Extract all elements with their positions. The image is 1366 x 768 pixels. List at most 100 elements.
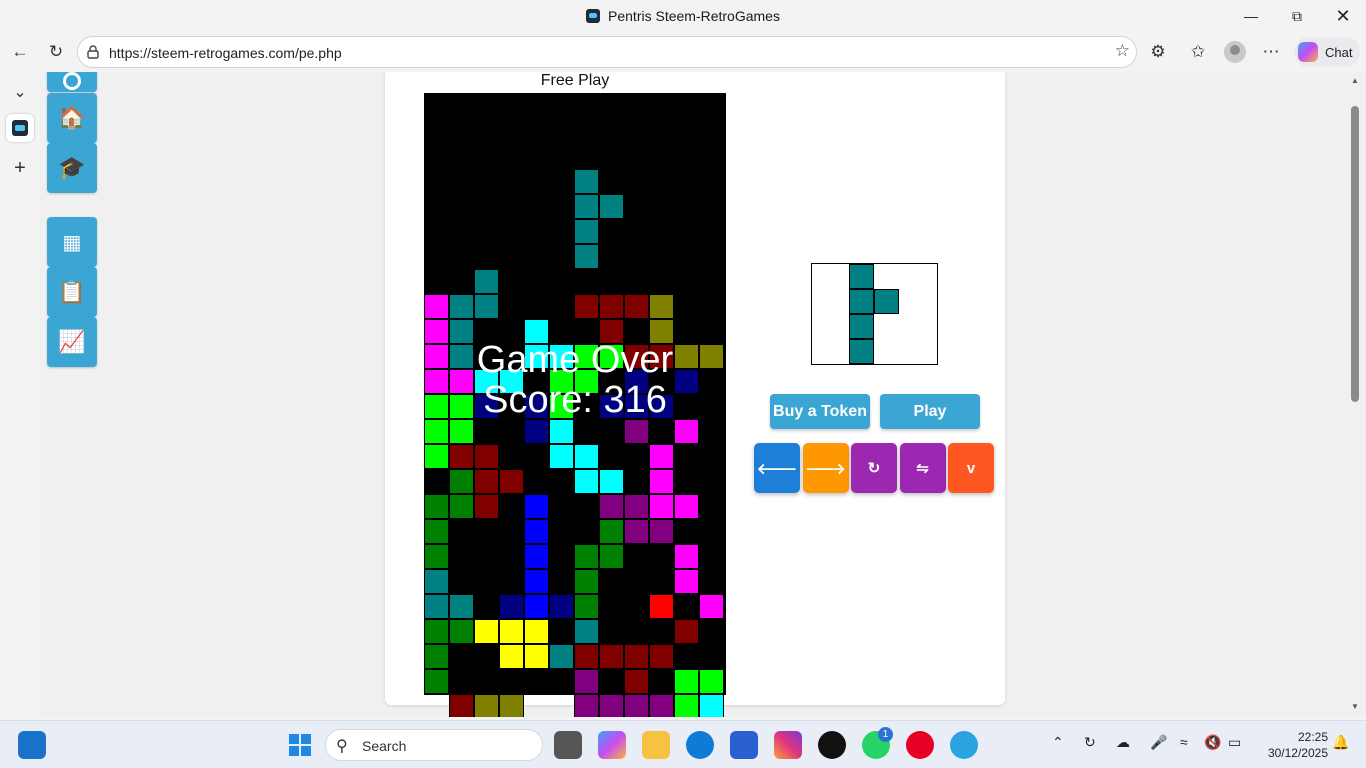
notifications-icon[interactable]: 🔔 (1332, 734, 1349, 751)
tab-pentris[interactable] (6, 114, 34, 142)
collapse-tabs-icon[interactable]: ⌄ (6, 78, 34, 106)
board-cell (574, 694, 599, 717)
board-cell (449, 444, 474, 469)
close-button[interactable]: ✕ (1320, 0, 1366, 32)
telegram-icon[interactable] (950, 731, 978, 759)
board-cell (424, 569, 449, 594)
more-menu-icon[interactable]: ⋯ (1257, 38, 1285, 66)
board-cell (474, 294, 499, 319)
task-view-icon[interactable] (554, 731, 582, 759)
board-cell (649, 519, 674, 544)
move-right-button[interactable]: 🡒 (802, 443, 849, 493)
board-cell (424, 494, 449, 519)
favorites-icon[interactable]: ✩ (1184, 38, 1212, 66)
minimize-button[interactable]: — (1228, 0, 1274, 32)
widgets-icon[interactable] (18, 731, 46, 759)
board-cell (474, 619, 499, 644)
tray-chevron-icon[interactable]: ⌃ (1052, 734, 1064, 751)
board-cell (574, 619, 599, 644)
board-cell (524, 594, 549, 619)
board-cell (649, 694, 674, 717)
extensions-icon[interactable]: ⚙ (1144, 38, 1172, 66)
scroll-thumb[interactable] (1351, 106, 1359, 402)
taskbar-search[interactable]: ⚲ Search (325, 729, 543, 761)
weather-icon[interactable]: ☁ (1116, 734, 1130, 751)
board-cell (649, 444, 674, 469)
rotate-button[interactable]: ↻ (851, 443, 897, 493)
favorite-star-icon[interactable]: ☆ (1115, 41, 1130, 61)
board-cell (624, 494, 649, 519)
move-left-button[interactable]: 🡐 (754, 443, 800, 493)
board-cell (649, 494, 674, 519)
board-cell (599, 494, 624, 519)
drop-button[interactable]: v (948, 443, 994, 493)
sync-icon[interactable]: ↻ (1084, 734, 1096, 751)
board-cell (524, 519, 549, 544)
board-cell (499, 694, 524, 717)
page-scrollbar[interactable]: ▲ ▼ (1348, 72, 1366, 717)
restore-button[interactable]: ⧉ (1274, 0, 1320, 32)
edge-icon[interactable] (686, 731, 714, 759)
board-cell (599, 469, 624, 494)
chart-button[interactable]: 📈 (47, 317, 97, 367)
board-cell (474, 694, 499, 717)
board-cell (474, 269, 499, 294)
back-button[interactable]: ← (6, 38, 34, 66)
home-button[interactable]: 🏠 (47, 93, 97, 143)
whatsapp-badge: 1 (878, 727, 893, 742)
board-cell (524, 494, 549, 519)
wifi-icon[interactable]: ≈ (1180, 734, 1188, 750)
board-cell (674, 494, 699, 519)
board-cell (524, 544, 549, 569)
profile-avatar[interactable] (1224, 41, 1246, 63)
grid-button[interactable]: ▦ (47, 217, 97, 267)
pinterest-icon[interactable] (906, 731, 934, 759)
new-tab-button[interactable]: + (6, 154, 34, 182)
copilot-chat-button[interactable]: Chat (1294, 37, 1360, 67)
graduation-cap-icon: 🎓 (58, 155, 86, 180)
scroll-down-icon[interactable]: ▼ (1351, 702, 1359, 711)
scroll-up-icon[interactable]: ▲ (1351, 76, 1359, 85)
battery-icon[interactable]: ▭ (1228, 734, 1241, 751)
board-cell (674, 669, 699, 694)
play-button[interactable]: Play (880, 394, 980, 429)
board-cell (424, 444, 449, 469)
graduation-button[interactable]: 🎓 (47, 143, 97, 193)
windows-logo-icon (289, 734, 311, 756)
board-cell (574, 169, 599, 194)
store-icon[interactable] (730, 731, 758, 759)
copilot-taskbar-icon[interactable] (598, 731, 626, 759)
board-cell (674, 694, 699, 717)
flip-button[interactable]: ⇋ (899, 443, 946, 493)
microphone-icon[interactable]: 🎤 (1150, 734, 1167, 751)
volume-muted-icon[interactable]: 🔇 (1204, 734, 1221, 751)
board-cell (699, 669, 724, 694)
board-cell (549, 444, 574, 469)
grid-icon: ▦ (62, 231, 82, 254)
board-cell (624, 669, 649, 694)
board-cell (674, 544, 699, 569)
board-cell (574, 244, 599, 269)
buy-token-button[interactable]: Buy a Token (770, 394, 870, 429)
board-cell (599, 294, 624, 319)
address-bar[interactable]: https://steem-retrogames.com/pe.php ☆ (77, 36, 1137, 68)
instagram-icon[interactable] (774, 731, 802, 759)
system-clock[interactable]: 22:25 30/12/2025 (1258, 729, 1328, 761)
board-cell (574, 669, 599, 694)
board-cell (674, 619, 699, 644)
start-button[interactable] (286, 731, 314, 759)
tiktok-icon[interactable] (818, 731, 846, 759)
refresh-button[interactable]: ↻ (42, 38, 70, 66)
taskbar: ⚲ Search 1 ⌃ ↻ ☁ 🎤 ≈ 🔇 ▭ 22:25 30/12/202… (0, 720, 1366, 768)
site-favicon-icon (586, 9, 601, 23)
board-cell (699, 694, 724, 717)
board-cell (449, 694, 474, 717)
clipboard-button[interactable]: 📋 (47, 267, 97, 317)
board-cell (574, 469, 599, 494)
board-cell (624, 694, 649, 717)
board-cell (424, 419, 449, 444)
tab-favicon-icon (12, 120, 28, 136)
window-title: Pentris Steem-RetroGames (0, 8, 1366, 24)
file-explorer-icon[interactable] (642, 731, 670, 759)
sidebar-button-top[interactable] (47, 72, 97, 92)
